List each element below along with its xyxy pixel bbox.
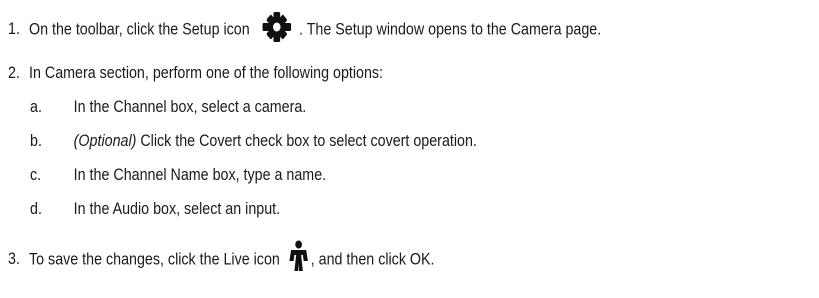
substep-letter: b. [30, 131, 42, 150]
substep-letter: c. [30, 165, 42, 184]
step-number: 3. [8, 249, 20, 268]
person-icon [289, 240, 309, 272]
substep-text: In the Channel Name box, type a name. [73, 165, 327, 184]
step-text: To save the changes, click the Live icon [29, 249, 280, 269]
step-text-continued: . The Setup window opens to the Camera p… [299, 19, 602, 39]
step-number: 1. [8, 19, 20, 38]
step-3: 3. To save the changes, click the Live i… [8, 240, 680, 272]
optional-label: (Optional) [73, 131, 137, 150]
step-text: On the toolbar, click the Setup icon [29, 19, 250, 39]
substep-a: a. In the Channel box, select a camera. [30, 96, 618, 118]
substep-text: In the Channel box, select a camera. [73, 97, 307, 116]
step-number: 2. [8, 63, 20, 82]
substep-text: In the Audio box, select an input. [73, 199, 281, 218]
substep-c: c. In the Channel Name box, type a name. [30, 164, 618, 186]
substep-d: d. In the Audio box, select an input. [30, 198, 618, 220]
substep-letter: d. [30, 199, 42, 218]
step-1: 1. On the toolbar, click the Setup icon [8, 12, 814, 42]
step-2: 2. In Camera section, perform one of the… [8, 62, 596, 84]
step-text: In Camera section, perform one of the fo… [29, 63, 384, 82]
substep-text: Click the Covert check box to select cov… [136, 131, 477, 150]
substep-letter: a. [30, 97, 42, 116]
substep-b: b. (Optional) Click the Covert check box… [30, 130, 752, 152]
gear-icon [259, 12, 296, 42]
step-text-continued: , and then click OK. [310, 249, 435, 269]
instruction-document: 1. On the toolbar, click the Setup icon [0, 0, 819, 298]
